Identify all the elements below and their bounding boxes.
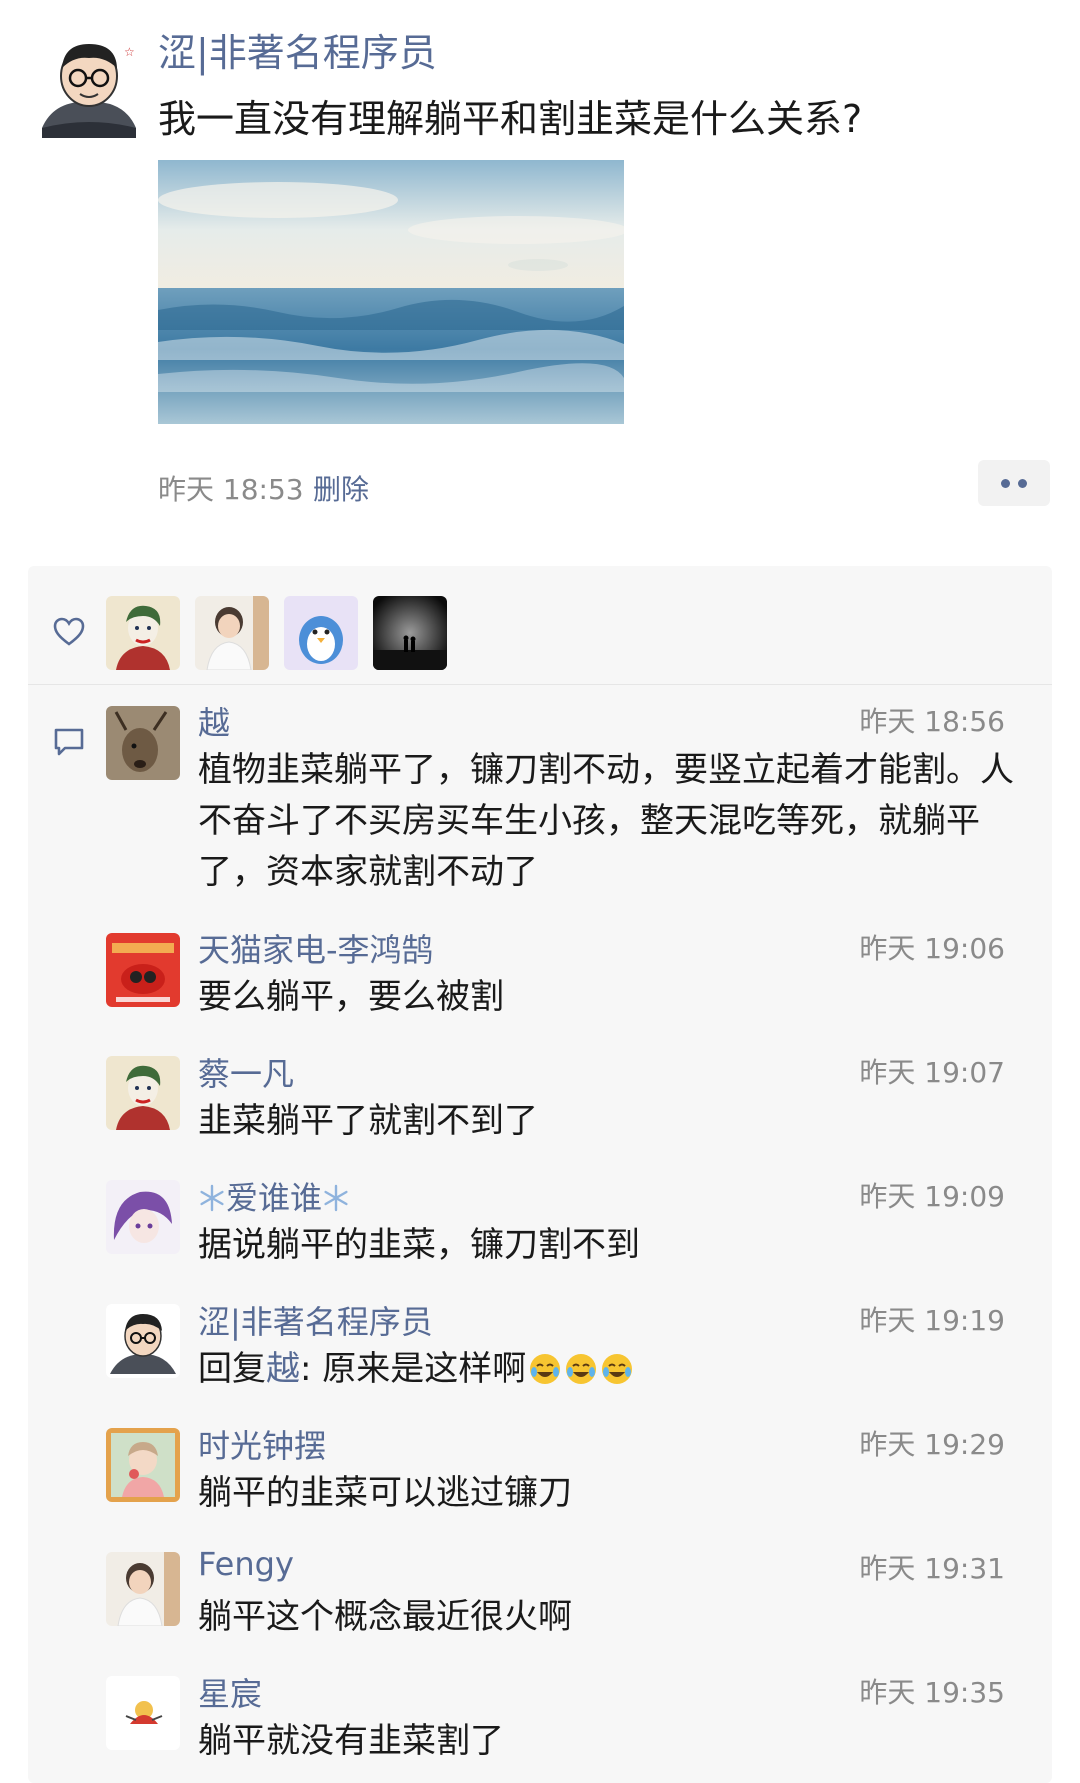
post-image-ocean[interactable]: [158, 160, 624, 424]
comment-time: 昨天 19:35: [859, 1676, 1005, 1709]
likes-divider: [28, 684, 1052, 685]
commenter-name[interactable]: 越: [198, 698, 230, 744]
heart-icon: [52, 615, 86, 649]
more-options-button[interactable]: [978, 460, 1050, 506]
commenter-avatar-portrait[interactable]: [106, 1428, 180, 1502]
commenter-name-text: 爱谁谁: [226, 1179, 323, 1217]
commenter-avatar-kid[interactable]: [106, 1552, 180, 1626]
delete-post-link[interactable]: 删除: [313, 468, 369, 508]
liker-avatar-penguin[interactable]: [284, 596, 358, 670]
post-timestamp: 昨天 18:53: [158, 473, 304, 506]
svg-text:☆: ☆: [124, 45, 135, 59]
comment-text: 要么躺平，要么被割: [198, 977, 504, 1017]
comment-time: 昨天 18:56: [859, 705, 1005, 738]
commenter-name[interactable]: 天猫家电-李鸿鹄: [198, 925, 434, 971]
commenter-avatar-deer[interactable]: [106, 706, 180, 780]
more-dot-icon: [1018, 478, 1027, 488]
comment-text: 据说躺平的韭菜，镰刀割不到: [198, 1225, 640, 1265]
more-dot-icon: [1001, 478, 1010, 488]
commenter-name[interactable]: 星宸: [198, 1669, 262, 1715]
comment-time: 昨天 19:09: [859, 1180, 1005, 1213]
commenter-avatar-tmall[interactable]: [106, 933, 180, 1007]
comment-text: 躺平的韭菜可以逃过镰刀: [198, 1473, 572, 1513]
comment-time: 昨天 19:06: [859, 932, 1005, 965]
laugh-cry-emoji-icon: [564, 1350, 598, 1384]
comment-text: 躺平这个概念最近很火啊: [198, 1597, 572, 1637]
post-author-name[interactable]: 涩|非著名程序员: [158, 22, 437, 77]
comment-text: 植物韭菜躺平了，镰刀割不动，要竖立起着才能割。人不奋斗了不买房买车生小孩，整天混…: [198, 750, 1014, 892]
comment-time: 昨天 19:07: [859, 1056, 1005, 1089]
commenter-name[interactable]: 涩|非著名程序员: [198, 1297, 433, 1343]
comment-time: 昨天 19:19: [859, 1304, 1005, 1337]
reply-text: : 原来是这样啊: [300, 1349, 527, 1389]
comment-icon: [52, 725, 86, 759]
laugh-cry-emoji-icon: [600, 1350, 634, 1384]
post-author-avatar[interactable]: ☆: [34, 28, 144, 138]
commenter-avatar-author[interactable]: [106, 1304, 180, 1378]
comment-text: 韭菜躺平了就割不到了: [198, 1101, 538, 1141]
liker-avatar-kid[interactable]: [195, 596, 269, 670]
reply-target-name[interactable]: 越: [266, 1349, 300, 1389]
laugh-cry-emoji-icon: [528, 1350, 562, 1384]
comment-time: 昨天 19:31: [859, 1552, 1005, 1585]
commenter-name[interactable]: 爱谁谁: [198, 1173, 350, 1219]
comment-text: 回复越: 原来是这样啊: [198, 1344, 1018, 1395]
comment-text: 躺平就没有韭菜割了: [198, 1721, 504, 1761]
commenter-avatar-joker[interactable]: [106, 1056, 180, 1130]
liker-avatar-silhouette[interactable]: [373, 596, 447, 670]
commenter-name[interactable]: 蔡一凡: [198, 1049, 294, 1095]
reply-prefix: 回复: [198, 1349, 266, 1389]
liker-avatar-joker[interactable]: [106, 596, 180, 670]
commenter-avatar-cartoon[interactable]: [106, 1676, 180, 1750]
post-text: 我一直没有理解躺平和割韭菜是什么关系?: [158, 97, 863, 141]
commenter-avatar-anime[interactable]: [106, 1180, 180, 1254]
commenter-name[interactable]: 时光钟摆: [198, 1421, 326, 1467]
snowflake-icon: [198, 1182, 226, 1212]
commenter-name[interactable]: Fengy: [198, 1545, 294, 1583]
snowflake-icon: [322, 1182, 350, 1212]
comment-time: 昨天 19:29: [859, 1428, 1005, 1461]
